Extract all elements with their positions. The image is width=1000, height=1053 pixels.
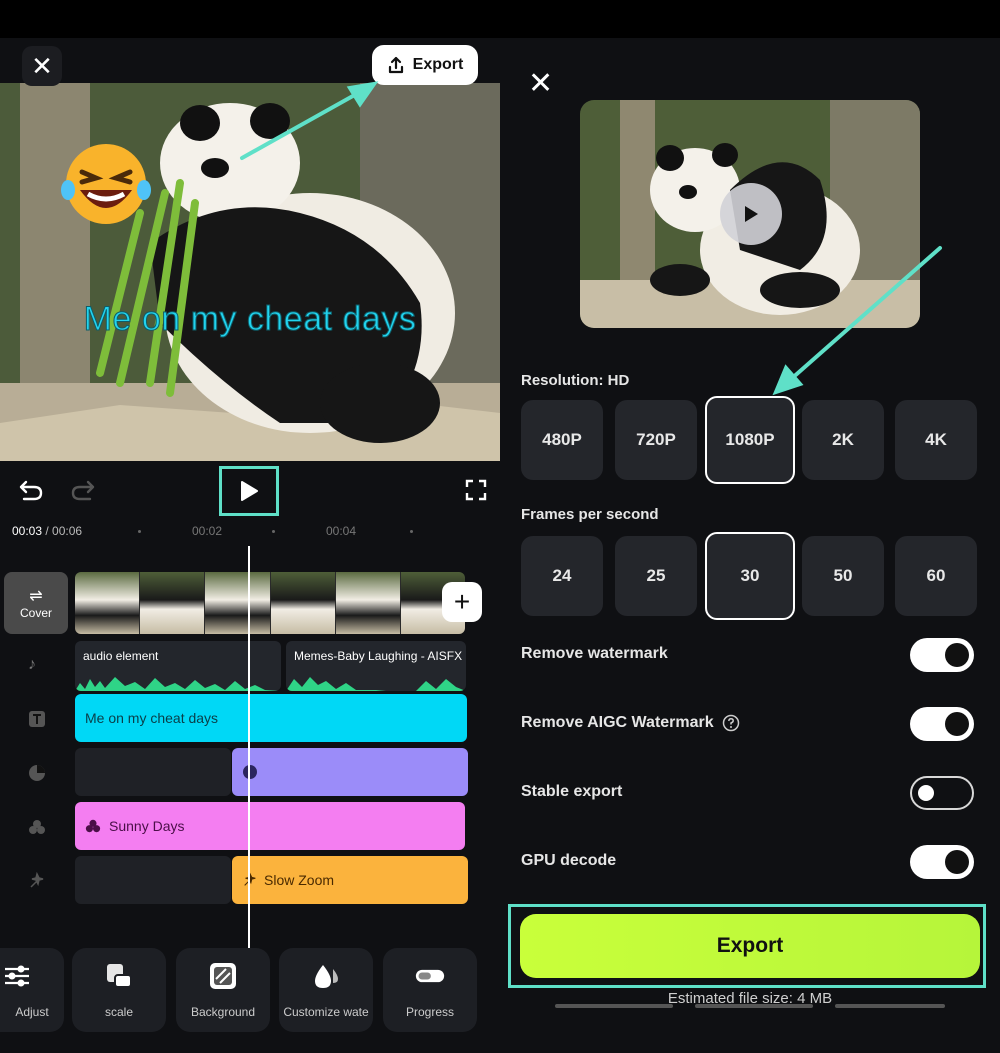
filter-icon	[85, 819, 101, 833]
help-icon[interactable]	[722, 714, 740, 732]
sticker-clip[interactable]	[232, 748, 468, 796]
home-indicator	[835, 1004, 945, 1008]
tool-label: Customize wate	[283, 1005, 369, 1019]
tick-dot	[410, 530, 413, 533]
sticker-track-icon	[28, 764, 48, 784]
undo-icon[interactable]	[18, 478, 44, 502]
export-top-button[interactable]: Export	[372, 45, 478, 85]
fps-25[interactable]: 25	[615, 536, 697, 616]
filter-clip[interactable]: Sunny Days	[75, 802, 465, 850]
redo-icon[interactable]	[70, 478, 96, 502]
tool-label: Adjust	[15, 1005, 49, 1019]
timeline-tick: 00:04	[326, 524, 357, 538]
fps-60[interactable]: 60	[895, 536, 977, 616]
plus-icon: +	[453, 586, 471, 617]
droplets-icon	[311, 961, 341, 991]
gpu-decode-toggle[interactable]	[910, 845, 974, 879]
text-track-clip[interactable]: Me on my cheat days	[75, 694, 467, 742]
fps-label: Frames per second	[521, 506, 659, 523]
timeline-playhead[interactable]	[248, 546, 250, 951]
export-button[interactable]: Export	[520, 914, 980, 978]
background-icon	[208, 961, 238, 991]
resolution-720p[interactable]: 720P	[615, 400, 697, 480]
tool-label: Progress	[405, 1005, 455, 1019]
progress-bar-icon	[415, 961, 445, 991]
tool-progress[interactable]: Progress	[383, 948, 477, 1032]
audio-clip-label: audio element	[83, 649, 159, 663]
remove-aigc-watermark-label: Remove AIGC Watermark	[521, 714, 740, 732]
close-editor-button[interactable]: ✕	[22, 46, 62, 86]
resolution-label: Resolution: HD	[521, 372, 630, 389]
audio-clip-label: Memes-Baby Laughing - AISFX	[294, 649, 463, 663]
fullscreen-icon[interactable]	[464, 478, 488, 502]
text-track-icon	[28, 710, 48, 730]
magic-wand-icon	[244, 872, 256, 886]
video-frame-thumb	[75, 572, 141, 634]
cover-icon: ⇌	[29, 588, 43, 605]
remove-watermark-toggle[interactable]	[910, 638, 974, 672]
play-icon	[745, 206, 758, 222]
cover-label: Cover	[19, 606, 52, 620]
add-clip-button[interactable]: +	[442, 582, 482, 622]
export-top-label: Export	[412, 56, 464, 73]
effect-clip[interactable]: Slow Zoom	[232, 856, 468, 904]
video-editor-panel: Me on my cheat days ✕ Export 00:03 / 00:…	[0, 38, 500, 1053]
close-icon: ✕	[31, 50, 53, 81]
close-icon: ✕	[528, 67, 554, 100]
tool-background[interactable]: Background	[176, 948, 270, 1032]
stable-export-label: Stable export	[521, 783, 623, 800]
remove-watermark-label: Remove watermark	[521, 645, 668, 662]
music-note-icon: ♪	[28, 656, 36, 673]
gpu-decode-label: GPU decode	[521, 852, 617, 869]
tool-scale[interactable]: scale	[72, 948, 166, 1032]
audio-clip[interactable]: audio element	[75, 641, 281, 691]
tick-dot	[138, 530, 141, 533]
stable-export-toggle[interactable]	[910, 776, 974, 810]
sticker-track-empty	[75, 748, 231, 796]
fps-24[interactable]: 24	[521, 536, 603, 616]
play-button[interactable]	[219, 466, 279, 516]
upload-icon	[388, 56, 403, 74]
tool-adjust[interactable]: Adjust	[0, 948, 64, 1032]
video-frame-thumb	[270, 572, 336, 634]
filter-track-icon	[28, 818, 48, 838]
effect-track-icon	[28, 871, 48, 892]
audio-waveform	[75, 677, 281, 691]
resolution-2k[interactable]: 2K	[802, 400, 884, 480]
timeline-tick: 00:02	[192, 524, 223, 538]
home-indicator	[695, 1004, 813, 1008]
tool-label: Background	[190, 1005, 256, 1019]
resolution-4k[interactable]: 4K	[895, 400, 977, 480]
home-indicator	[555, 1004, 673, 1008]
tool-label: scale	[104, 1005, 133, 1019]
filter-clip-label: Sunny Days	[109, 818, 185, 834]
export-settings-panel: ✕ Resolution: HD 480P 720P 1080P 2K 4K F…	[500, 38, 1000, 1053]
video-frame-thumb	[335, 572, 401, 634]
tool-customize-watermark[interactable]: Customize wate	[279, 948, 373, 1032]
fps-50[interactable]: 50	[802, 536, 884, 616]
resolution-1080p[interactable]: 1080P	[705, 396, 795, 484]
effect-clip-label: Slow Zoom	[264, 872, 335, 888]
caption-overlay[interactable]: Me on my cheat days	[0, 300, 500, 339]
sliders-icon	[2, 961, 32, 991]
video-frame-thumb	[140, 572, 206, 634]
close-export-button[interactable]: ✕	[528, 66, 553, 101]
effect-track-empty	[75, 856, 231, 904]
fps-30[interactable]: 30	[705, 532, 795, 620]
audio-clip[interactable]: Memes-Baby Laughing - AISFX	[286, 641, 466, 691]
play-icon	[241, 481, 258, 501]
tick-dot	[272, 530, 275, 533]
preview-play-button[interactable]	[720, 183, 782, 245]
laughing-emoji-sticker[interactable]	[58, 134, 154, 230]
sticker-icon	[243, 765, 257, 779]
remove-aigc-watermark-toggle[interactable]	[910, 707, 974, 741]
video-clip-track[interactable]	[75, 572, 465, 634]
audio-waveform	[286, 677, 466, 691]
cover-button[interactable]: ⇌ Cover	[4, 572, 68, 634]
timecode: 00:03 / 00:06	[12, 524, 83, 538]
scale-icon	[104, 961, 134, 991]
resolution-480p[interactable]: 480P	[521, 400, 603, 480]
video-frame-thumb	[205, 572, 271, 634]
